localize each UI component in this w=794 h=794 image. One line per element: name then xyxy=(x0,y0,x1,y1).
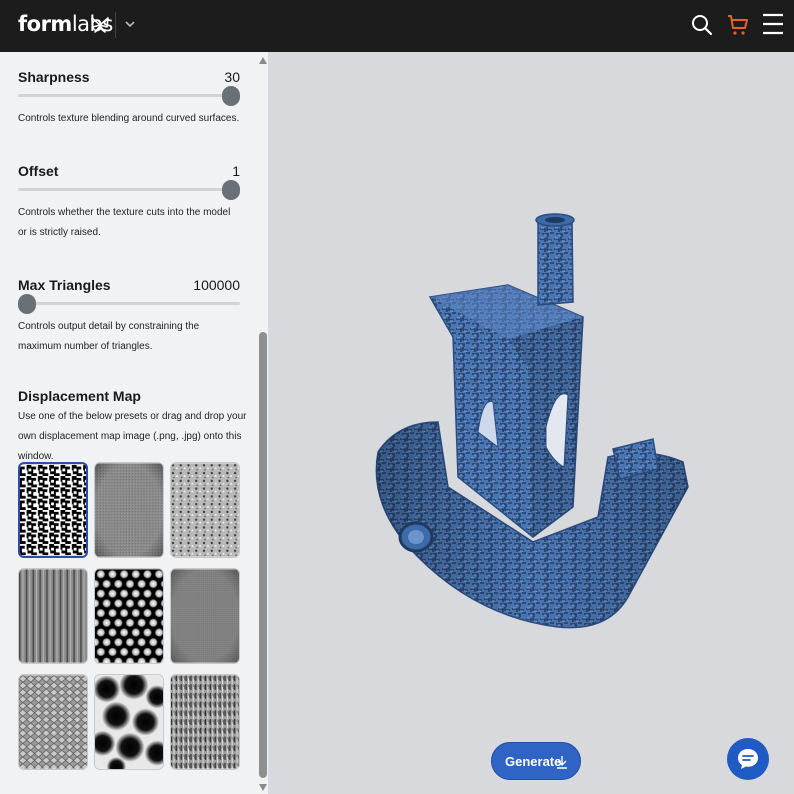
slider-thumb[interactable] xyxy=(18,294,36,314)
chevron-down-icon[interactable] xyxy=(123,17,137,31)
slider-thumb[interactable] xyxy=(222,180,240,200)
displacement-map-description: Use one of the below presets or drag and… xyxy=(18,411,247,462)
sharpness-header: Sharpness 30 xyxy=(18,69,240,87)
preset-tile-cells[interactable] xyxy=(94,674,164,770)
sharpness-description: Controls texture blending around curved … xyxy=(18,113,240,124)
cart-icon[interactable] xyxy=(726,13,750,37)
search-icon[interactable] xyxy=(690,13,714,37)
offset-label: Offset xyxy=(18,163,59,179)
hex-dots-texture-icon xyxy=(95,569,163,663)
preset-tile-smooth-grain[interactable] xyxy=(170,568,240,664)
offset-slider[interactable] xyxy=(18,180,240,200)
scroll-down-arrow-icon[interactable] xyxy=(259,784,267,791)
preset-tile-hex-dots[interactable] xyxy=(94,568,164,664)
max-triangles-value: 100000 xyxy=(193,277,240,293)
slider-track xyxy=(18,94,240,97)
chat-bubble-icon xyxy=(738,749,758,769)
scrollbar-thumb[interactable] xyxy=(259,332,267,778)
chat-button[interactable] xyxy=(727,738,769,780)
header-divider xyxy=(115,12,116,38)
displacement-map-title: Displacement Map xyxy=(18,388,141,404)
menu-icon[interactable] xyxy=(762,12,784,36)
wood-texture-icon xyxy=(19,569,87,663)
preset-tile-knurl[interactable] xyxy=(18,674,88,770)
knurl-texture-icon xyxy=(19,675,87,769)
preset-tile-wood[interactable] xyxy=(18,568,88,664)
noise-texture-icon xyxy=(20,464,86,556)
slider-thumb[interactable] xyxy=(222,86,240,106)
fine-grain-texture-icon xyxy=(95,463,163,557)
max-triangles-label: Max Triangles xyxy=(18,277,111,293)
butterfly-logo-icon xyxy=(91,17,109,33)
model-viewport[interactable]: Generate xyxy=(268,52,794,794)
cells-texture-icon xyxy=(95,675,163,769)
speckle-texture-icon xyxy=(171,463,239,557)
generate-button[interactable]: Generate xyxy=(491,742,581,780)
settings-panel: Sharpness 30 Controls texture blending a… xyxy=(0,52,258,794)
smooth-grain-texture-icon xyxy=(171,569,239,663)
scroll-up-arrow-icon[interactable] xyxy=(259,57,267,64)
generate-label: Generate xyxy=(505,754,562,769)
sharpness-value: 30 xyxy=(224,69,240,85)
sharpness-label: Sharpness xyxy=(18,69,90,85)
max-triangles-slider[interactable] xyxy=(18,294,240,314)
slider-track xyxy=(18,188,240,191)
top-navigation-bar: formlabs xyxy=(0,0,794,52)
slider-track xyxy=(18,302,240,305)
bark-texture-icon xyxy=(171,675,239,769)
preset-tile-noise[interactable] xyxy=(18,462,88,558)
boat-model-3d[interactable] xyxy=(358,207,698,637)
max-triangles-description: Controls output detail by constraining t… xyxy=(18,321,200,352)
preset-tile-fine-grain[interactable] xyxy=(94,462,164,558)
sharpness-slider[interactable] xyxy=(18,86,240,106)
download-icon xyxy=(557,756,567,769)
offset-value: 1 xyxy=(232,163,240,179)
max-triangles-header: Max Triangles 100000 xyxy=(18,277,240,295)
panel-scrollbar[interactable] xyxy=(258,52,268,794)
preset-tile-bark[interactable] xyxy=(170,674,240,770)
offset-description: Controls whether the texture cuts into t… xyxy=(18,207,231,238)
offset-header: Offset 1 xyxy=(18,163,240,181)
preset-tile-speckle[interactable] xyxy=(170,462,240,558)
